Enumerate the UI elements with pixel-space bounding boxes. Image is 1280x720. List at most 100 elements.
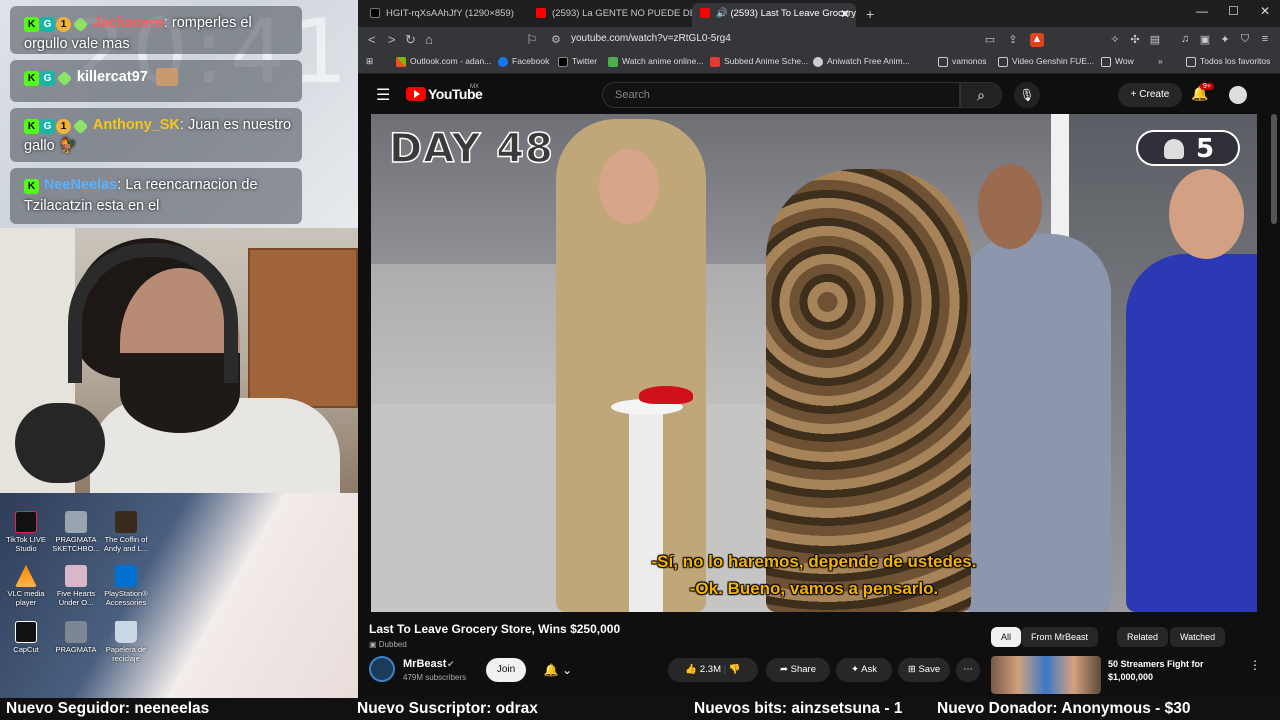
search-input[interactable]: Search — [602, 82, 960, 108]
close-window-icon[interactable]: ✕ — [1260, 4, 1270, 18]
chip-watched[interactable]: Watched — [1170, 627, 1226, 647]
bookmark-subbed-anime[interactable]: Subbed Anime Sche... — [710, 56, 808, 67]
site-settings-icon[interactable]: ⚙ — [551, 33, 561, 46]
tiktok-icon — [15, 511, 37, 533]
bookmark-twitter[interactable]: Twitter — [558, 56, 597, 67]
bookmark-aniwatch[interactable]: Aniwatch Free Anim... — [813, 56, 910, 67]
youtube-logo-icon[interactable] — [406, 87, 426, 101]
menu-icon[interactable]: ≡ — [1258, 33, 1272, 47]
subtitle-line-1: -Sí, no lo haremos, depende de ustedes. — [651, 552, 977, 571]
bookmark-label: Wow — [1115, 56, 1134, 66]
music-icon[interactable]: ♫ — [1178, 33, 1192, 47]
desktop-icon-playstation[interactable]: PlayStation® Accessories — [100, 565, 152, 607]
like-button[interactable]: 👍 2.3M — [685, 664, 721, 675]
reload-icon[interactable]: ↻ — [405, 32, 416, 48]
home-icon[interactable]: ⌂ — [425, 32, 433, 47]
share-button[interactable]: ➦ Share — [766, 658, 830, 682]
save-button[interactable]: ⊞ Save — [898, 658, 950, 682]
join-button[interactable]: Join — [486, 658, 526, 682]
dubbed-badge: ▣ Dubbed — [369, 640, 407, 649]
bookmark-icon[interactable]: ⚐ — [526, 32, 538, 48]
chip-related[interactable]: Related — [1117, 627, 1169, 647]
bookmark-folder-genshin[interactable]: Video Genshin FUE... — [998, 56, 1094, 67]
page-scrollbar[interactable] — [1271, 114, 1277, 224]
tab-youtube-grocery[interactable]: 🔊 (2593) Last To Leave Grocery ✕ — [692, 3, 856, 27]
voice-search-button[interactable]: 🎙 — [1014, 82, 1040, 108]
verified-icon: ✔ — [447, 659, 455, 669]
bookmark-folder-vamonos[interactable]: vamonos — [938, 56, 987, 67]
new-tab-button[interactable]: + — [858, 3, 880, 27]
extension-icon[interactable]: ✧ — [1108, 33, 1122, 47]
desktop-icon-five-hearts[interactable]: Five Hearts Under O... — [50, 565, 102, 607]
youtube-header: ☰ YouTube MX Search ⌕ 🎙 + Create 🔔 9+ — [358, 74, 1280, 114]
game-icon — [65, 565, 87, 587]
red-button — [639, 386, 693, 404]
tab-youtube-gente[interactable]: (2593) La GENTE NO PUEDE DECIDIR — [528, 3, 692, 27]
puzzle-icon[interactable]: ✣ — [1128, 33, 1142, 47]
diamond-badge-icon — [56, 70, 73, 87]
more-bookmarks-icon[interactable]: » — [1158, 56, 1163, 66]
desktop-icon-pragmata-sketchbook[interactable]: PRAGMATA SKETCHBO... — [50, 511, 102, 553]
bookmark-facebook[interactable]: Facebook — [498, 56, 549, 67]
url-field[interactable]: youtube.com/watch?v=zRtGL0-5rg4 — [571, 33, 731, 44]
desktop-icon-pragmata[interactable]: PRAGMATA — [50, 621, 102, 654]
back-icon[interactable]: < — [368, 32, 376, 47]
desktop-icon-capcut[interactable]: CapCut — [0, 621, 52, 654]
wallet-icon[interactable]: ▣ — [1198, 33, 1212, 47]
chip-all[interactable]: All — [991, 627, 1022, 647]
subscriber-count: 479M subscribers — [403, 673, 467, 682]
maximize-icon[interactable]: ☐ — [1228, 4, 1239, 18]
all-bookmarks[interactable]: Todos los favoritos — [1186, 56, 1270, 67]
bookmark-label: Todos los favoritos — [1200, 56, 1271, 66]
search-button[interactable]: ⌕ — [960, 82, 1002, 108]
recommendation-thumbnail[interactable] — [991, 656, 1101, 694]
youtube-icon — [536, 8, 546, 19]
desktop-icon-vlc[interactable]: VLC media player — [0, 565, 52, 607]
chip-from-mrbeast[interactable]: From MrBeast — [1021, 627, 1099, 647]
vpn-icon[interactable]: ⛉ — [1238, 33, 1252, 47]
chat-username[interactable]: NeeNeelas — [44, 177, 117, 193]
chat-username[interactable]: Jackacero — [93, 15, 164, 31]
coin-badge-icon: 1 — [56, 119, 71, 135]
desktop-icon-coffin[interactable]: The Coffin of Andy and L... — [100, 511, 152, 553]
microphone-icon — [15, 403, 105, 483]
share-icon: ➦ — [780, 664, 791, 675]
like-count: 2.3M — [699, 664, 721, 675]
dislike-button[interactable]: 👎 — [729, 664, 741, 675]
account-avatar[interactable] — [1229, 86, 1247, 104]
minimize-icon[interactable]: — — [1196, 4, 1208, 18]
bookmark-label: Watch anime online... — [622, 56, 704, 66]
desktop-icon-recycle-bin[interactable]: Papelera de reciclaje — [100, 621, 152, 663]
channel-name[interactable]: MrBeast — [403, 658, 446, 670]
bookmark-folder-wow[interactable]: Wow — [1101, 56, 1134, 67]
apps-icon[interactable]: ⊞ — [366, 56, 373, 67]
cast-icon[interactable]: ▭ — [983, 33, 997, 47]
emote-icon — [155, 68, 178, 87]
recommendation-menu-icon[interactable]: ⋮ — [1249, 658, 1261, 672]
recommendation-title[interactable]: 50 Streamers Fight for $1,000,000 — [1108, 658, 1238, 684]
chat-username[interactable]: killercat97 — [77, 69, 148, 85]
ask-button[interactable]: ✦ Ask — [836, 658, 892, 682]
audio-track-icon: ▣ — [369, 640, 379, 649]
bookmark-anime[interactable]: Watch anime online... — [608, 56, 703, 67]
close-tab-icon[interactable]: ✕ — [840, 3, 850, 25]
desktop-icon-label: PlayStation® Accessories — [104, 589, 148, 607]
channel-avatar[interactable] — [369, 656, 395, 682]
chat-username[interactable]: Anthony_SK — [93, 117, 180, 133]
hamburger-menu-icon[interactable]: ☰ — [376, 85, 390, 105]
share-page-icon[interactable]: ⇪ — [1006, 33, 1020, 47]
stream-ticker: Nuevo Seguidor: neeneelas Nuevo Suscript… — [0, 698, 1280, 720]
forward-icon[interactable]: > — [388, 32, 396, 47]
tab-image[interactable]: HGIT-rqXsAAhJfY (1290×859) — [362, 3, 526, 27]
video-player[interactable]: DAY 48 5 -Sí, no lo haremos, depende de … — [371, 114, 1257, 612]
create-button[interactable]: + Create — [1118, 83, 1182, 107]
brave-shield-icon[interactable]: ▲ — [1030, 33, 1044, 47]
leo-icon[interactable]: ✦ — [1218, 33, 1232, 47]
desktop-icon-tiktok[interactable]: TikTok LIVE Studio — [0, 511, 52, 553]
more-actions-button[interactable]: ⋯ — [956, 658, 980, 682]
desktop-icon-label: VLC media player — [7, 589, 45, 607]
bookmark-outlook[interactable]: Outlook.com - adan... — [396, 56, 491, 67]
subscription-bell-button[interactable]: 🔔 ⌄ — [536, 658, 580, 682]
desktop-icon-label: PRAGMATA SKETCHBO... — [52, 535, 100, 553]
sidebar-icon[interactable]: ▤ — [1148, 33, 1162, 47]
